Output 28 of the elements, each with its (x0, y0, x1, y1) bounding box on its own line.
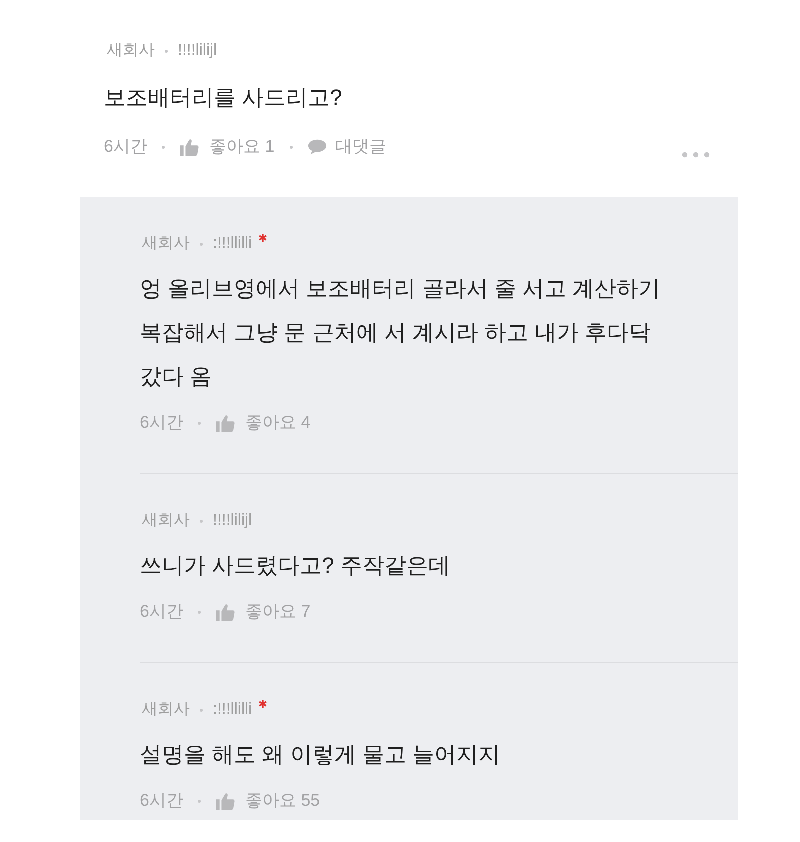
reply-text: 쓰니가 사드렸다고? 주작같은데 (140, 552, 452, 580)
nickname: !!!!lilijl (213, 511, 252, 531)
thumbs-up-icon (216, 792, 236, 810)
like-button[interactable]: 좋아요 55 (216, 788, 320, 814)
company-name: 새회사 (142, 234, 190, 254)
reply-text: 설명을 해도 왜 이렇게 물고 늘어지지 (140, 741, 502, 769)
company-name: 새회사 (142, 700, 190, 720)
like-button[interactable]: 좋아요 7 (216, 599, 311, 625)
nickname: :!!!llilli (213, 234, 252, 254)
nickname: :!!!llilli (213, 700, 252, 720)
speech-bubble-icon (308, 139, 327, 155)
more-button[interactable] (682, 152, 710, 158)
like-button[interactable]: 좋아요 4 (216, 410, 311, 436)
timestamp: 6시간 (104, 136, 148, 158)
comment-text: 보조배터리를 사드리고? (104, 84, 344, 112)
thumbs-up-icon (216, 414, 236, 432)
thumbs-up-icon (180, 138, 200, 156)
thumbs-up-icon (216, 604, 236, 620)
company-name: 새회사 (142, 511, 190, 531)
reply-text: 엉 올리브영에서 보조배터리 골라서 줄 서고 계산하기 복잡해서 그냥 문 근처에 서 계시라 하고 내가 후다닥 갔다 옴 (140, 275, 662, 391)
nickname: !!!!lilijl (178, 41, 218, 61)
company-name: 새회사 (107, 41, 155, 61)
like-button[interactable]: 좋아요 1 (180, 134, 275, 160)
reply-button[interactable]: 대댓글 (308, 134, 387, 160)
timestamp: 6시간 (140, 412, 184, 434)
timestamp: 6시간 (140, 601, 184, 624)
timestamp: 6시간 (140, 790, 184, 812)
more-icon (682, 152, 710, 158)
